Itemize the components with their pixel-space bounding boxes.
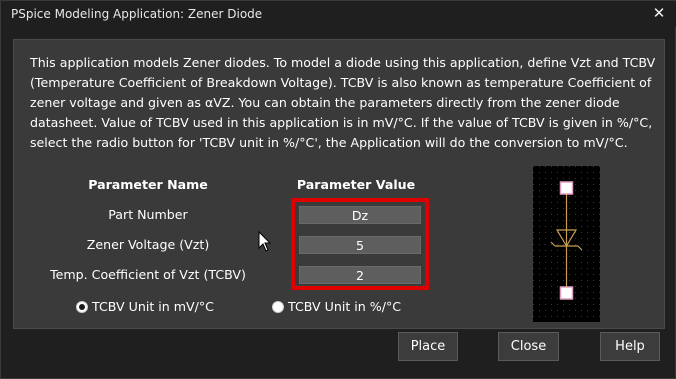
place-button[interactable]: Place xyxy=(398,332,458,361)
close-window-icon[interactable]: ✕ xyxy=(649,3,669,23)
radio-tcbv-percent-label: TCBV Unit in %/°C xyxy=(288,299,402,314)
close-button[interactable]: Close xyxy=(498,332,559,361)
column-header-parameter-value: Parameter Value xyxy=(296,177,416,192)
tcbv-input[interactable] xyxy=(299,266,421,284)
radio-tcbv-mv-label: TCBV Unit in mV/°C xyxy=(92,299,214,314)
radio-tcbv-mv[interactable]: TCBV Unit in mV/°C xyxy=(76,299,214,314)
values-highlight-frame xyxy=(291,198,429,290)
zener-symbol-graphic xyxy=(533,166,600,322)
help-button[interactable]: Help xyxy=(600,332,660,361)
label-part-number: Part Number xyxy=(108,207,188,222)
window-title: PSpice Modeling Application: Zener Diode xyxy=(11,7,263,21)
label-tcbv: Temp. Coefficient of Vzt (TCBV) xyxy=(50,267,246,282)
part-number-input[interactable] xyxy=(299,206,421,224)
radio-unchecked-icon xyxy=(272,300,284,313)
zener-diode-symbol-icon xyxy=(533,166,600,322)
content-panel: This application models Zener diodes. To… xyxy=(13,39,665,329)
radio-tcbv-percent[interactable]: TCBV Unit in %/°C xyxy=(272,299,401,314)
title-bar: PSpice Modeling Application: Zener Diode… xyxy=(1,1,676,27)
label-zener-voltage: Zener Voltage (Vzt) xyxy=(86,237,210,252)
mouse-cursor-icon xyxy=(258,231,272,252)
description-text: This application models Zener diodes. To… xyxy=(30,55,656,150)
zener-voltage-input[interactable] xyxy=(299,236,421,254)
zener-dialog-window: PSpice Modeling Application: Zener Diode… xyxy=(0,0,676,379)
column-header-parameter-name: Parameter Name xyxy=(88,177,208,192)
radio-checked-icon xyxy=(76,300,88,313)
